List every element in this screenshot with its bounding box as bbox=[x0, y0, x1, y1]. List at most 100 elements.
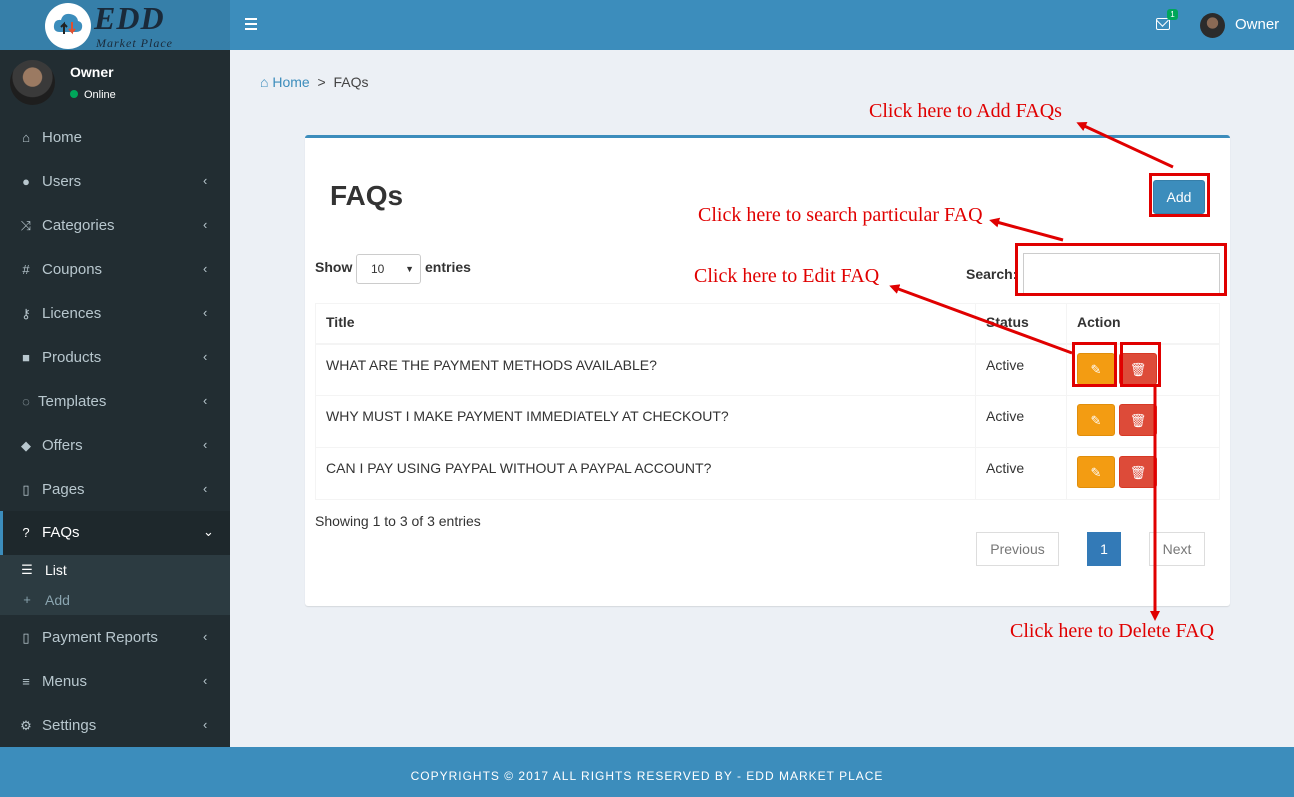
sidebar-item-templates[interactable]: ◌ Templates ‹ bbox=[0, 380, 230, 424]
online-status: Online bbox=[70, 89, 116, 101]
table-row: WHY MUST I MAKE PAYMENT IMMEDIATELY AT C… bbox=[315, 395, 1220, 448]
sidebar-item-home[interactable]: ⌂ Home bbox=[0, 116, 230, 160]
faq-table: Title Status Action WHAT ARE THE PAYMENT… bbox=[315, 303, 1220, 500]
sidebar-item-licences[interactable]: ⚷ Licences ‹ bbox=[0, 292, 230, 336]
question-icon: ? bbox=[22, 525, 30, 540]
edit-icon: ✎ bbox=[1090, 465, 1102, 480]
avatar[interactable] bbox=[1200, 13, 1225, 38]
chevron-left-icon: ‹ bbox=[203, 261, 208, 276]
pagination-next[interactable]: Next bbox=[1149, 532, 1205, 566]
submenu-item-add[interactable]: + Add bbox=[0, 585, 230, 615]
breadcrumb-home[interactable]: ⌂ Home bbox=[260, 74, 310, 90]
delete-annotation: Click here to Delete FAQ bbox=[1010, 620, 1215, 642]
shuffle-icon: ⤨ bbox=[20, 218, 32, 233]
breadcrumb: ⌂ Home > FAQs bbox=[260, 74, 369, 90]
bars-icon: ≡ bbox=[22, 674, 30, 689]
avatar bbox=[10, 60, 55, 105]
chevron-left-icon: ‹ bbox=[203, 629, 208, 644]
file-icon: ▯ bbox=[22, 630, 30, 645]
users-icon: ● bbox=[22, 174, 30, 189]
sidebar-item-payment-reports[interactable]: ▯ Payment Reports ‹ bbox=[0, 616, 230, 660]
search-highlight-box bbox=[1015, 243, 1227, 296]
submenu-item-list[interactable]: ☰ List bbox=[0, 555, 230, 585]
faq-title: WHAT ARE THE PAYMENT METHODS AVAILABLE? bbox=[315, 343, 976, 396]
footer: COPYRIGHTS © 2017 ALL RIGHTS RESERVED BY… bbox=[0, 747, 1294, 797]
trash-icon: 🗑 bbox=[1129, 465, 1147, 480]
page-title: FAQs bbox=[330, 180, 404, 211]
user-panel: Owner Online bbox=[0, 50, 230, 116]
comment-icon: ◌ bbox=[22, 394, 30, 409]
faq-status: Active bbox=[975, 343, 1067, 396]
caret-down-icon: ▼ bbox=[405, 264, 414, 274]
edit-icon: ✎ bbox=[1090, 413, 1102, 428]
sidebar-item-products[interactable]: ■ Products ‹ bbox=[0, 336, 230, 380]
trash-icon: 🗑 bbox=[1129, 413, 1147, 428]
cloud-upload-icon bbox=[53, 13, 83, 35]
entries-label: entries bbox=[425, 259, 471, 275]
chevron-left-icon: ‹ bbox=[203, 393, 208, 408]
hashtag-icon: # bbox=[22, 262, 30, 277]
column-header-status[interactable]: Status bbox=[975, 303, 1067, 345]
pagination-previous[interactable]: Previous bbox=[976, 532, 1059, 566]
chevron-left-icon: ‹ bbox=[203, 349, 208, 364]
list-icon: ☰ bbox=[21, 562, 33, 577]
action-cell: ✎ 🗑 bbox=[1066, 447, 1220, 500]
file-icon: ▯ bbox=[22, 482, 30, 497]
edit-button[interactable]: ✎ bbox=[1077, 456, 1115, 488]
sidebar-user-name: Owner bbox=[70, 64, 114, 80]
plus-icon: + bbox=[23, 592, 31, 607]
sidebar: Owner Online ⌂ Home ● Users ‹ ⤨ Categori… bbox=[0, 50, 230, 747]
pagination-page-1[interactable]: 1 bbox=[1087, 532, 1121, 566]
delete-button[interactable]: 🗑 bbox=[1119, 456, 1157, 488]
faq-status: Active bbox=[975, 395, 1067, 448]
mail-count-badge: 1 bbox=[1167, 9, 1178, 20]
sidebar-item-faqs[interactable]: ? FAQs ⌄ bbox=[0, 511, 230, 555]
chevron-left-icon: ‹ bbox=[203, 481, 208, 496]
chevron-left-icon: ‹ bbox=[203, 305, 208, 320]
sidebar-item-menus[interactable]: ≡ Menus ‹ bbox=[0, 660, 230, 704]
sidebar-item-offers[interactable]: ◆ Offers ‹ bbox=[0, 424, 230, 468]
edit-annotation: Click here to Edit FAQ bbox=[694, 265, 880, 287]
sidebar-item-pages[interactable]: ▯ Pages ‹ bbox=[0, 468, 230, 512]
column-header-title[interactable]: Title bbox=[315, 303, 976, 345]
delete-button[interactable]: 🗑 bbox=[1119, 404, 1157, 436]
chevron-left-icon: ‹ bbox=[203, 437, 208, 452]
search-annotation: Click here to search particular FAQ bbox=[698, 204, 983, 226]
entries-select[interactable]: 10 ▼ bbox=[356, 254, 421, 284]
user-menu-name[interactable]: Owner bbox=[1235, 16, 1279, 33]
faq-title: WHY MUST I MAKE PAYMENT IMMEDIATELY AT C… bbox=[315, 395, 976, 448]
top-header: EDD Market Place 1 Owner bbox=[0, 0, 1294, 50]
chevron-left-icon: ‹ bbox=[203, 673, 208, 688]
faq-status: Active bbox=[975, 447, 1067, 500]
table-info: Showing 1 to 3 of 3 entries bbox=[315, 513, 481, 529]
edit-button[interactable]: ✎ bbox=[1077, 404, 1115, 436]
sidebar-item-categories[interactable]: ⤨ Categories ‹ bbox=[0, 204, 230, 248]
breadcrumb-current: FAQs bbox=[333, 74, 369, 90]
chevron-left-icon: ‹ bbox=[203, 173, 208, 188]
home-icon: ⌂ bbox=[260, 74, 269, 90]
edit-highlight-box bbox=[1072, 342, 1117, 387]
table-row: CAN I PAY USING PAYPAL WITHOUT A PAYPAL … bbox=[315, 447, 1220, 500]
briefcase-icon: ■ bbox=[22, 350, 30, 365]
logo[interactable]: EDD Market Place bbox=[0, 0, 230, 50]
home-icon: ⌂ bbox=[22, 130, 30, 145]
search-label: Search: bbox=[966, 266, 1018, 282]
gear-icon: ⚙ bbox=[20, 718, 32, 733]
sidebar-item-coupons[interactable]: # Coupons ‹ bbox=[0, 248, 230, 292]
logo-title: EDD bbox=[94, 0, 165, 36]
chevron-left-icon: ‹ bbox=[203, 217, 208, 232]
sidebar-item-settings[interactable]: ⚙ Settings ‹ bbox=[0, 704, 230, 748]
add-annotation: Click here to Add FAQs bbox=[869, 100, 1062, 122]
chevron-left-icon: ‹ bbox=[203, 717, 208, 732]
action-cell: ✎ 🗑 bbox=[1066, 395, 1220, 448]
faq-title: CAN I PAY USING PAYPAL WITHOUT A PAYPAL … bbox=[315, 447, 976, 500]
sidebar-item-users[interactable]: ● Users ‹ bbox=[0, 160, 230, 204]
logo-subtitle: Market Place bbox=[96, 36, 173, 50]
faq-submenu: ☰ List + Add bbox=[0, 555, 230, 615]
chevron-down-icon: ⌄ bbox=[203, 524, 214, 539]
tags-icon: ◆ bbox=[21, 438, 31, 453]
show-label: Show bbox=[315, 259, 353, 275]
sidebar-toggle-icon[interactable] bbox=[245, 18, 257, 30]
envelope-icon[interactable] bbox=[1156, 18, 1170, 30]
status-dot-icon bbox=[70, 90, 78, 98]
